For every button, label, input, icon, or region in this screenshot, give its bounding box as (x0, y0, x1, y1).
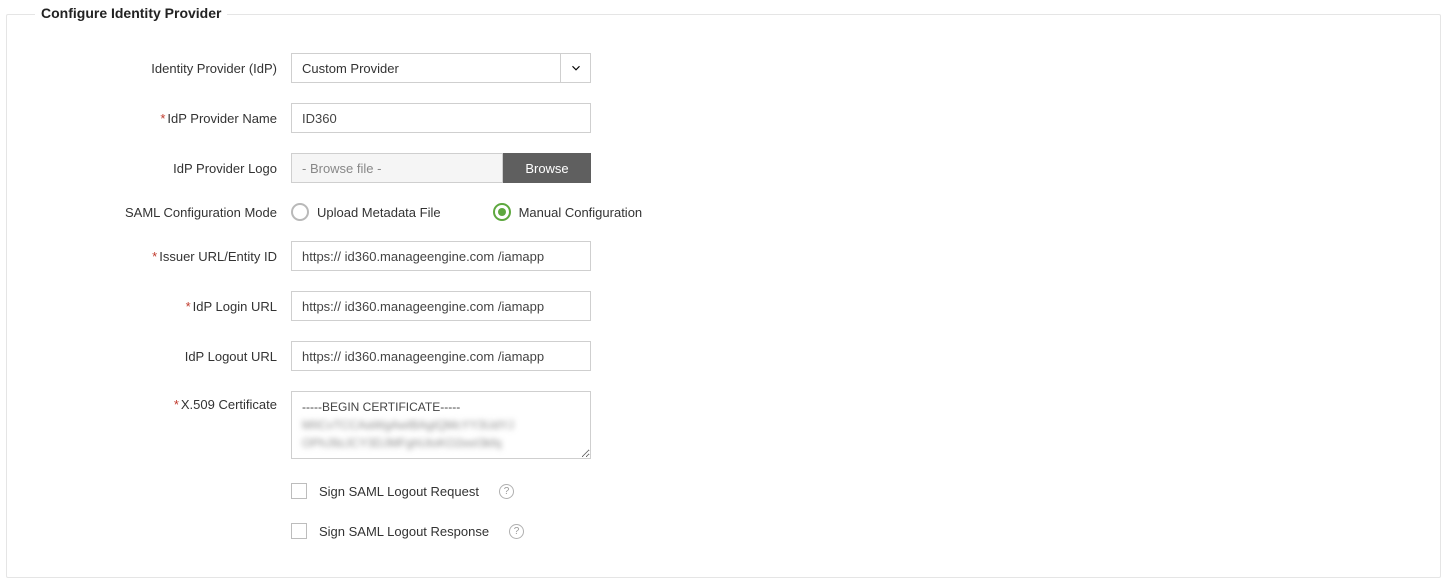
row-logout-url: IdP Logout URL (31, 341, 1416, 371)
help-icon[interactable]: ? (499, 484, 514, 499)
label-x509: *X.509 Certificate (31, 391, 291, 412)
radio-icon (493, 203, 511, 221)
row-sign-logout-request: Sign SAML Logout Request ? (291, 483, 1416, 499)
row-login-url: *IdP Login URL (31, 291, 1416, 321)
chevron-down-icon (569, 61, 583, 75)
row-idp: Identity Provider (IdP) Custom Provider (31, 53, 1416, 83)
issuer-url-input[interactable] (291, 241, 591, 271)
row-idp-logo: IdP Provider Logo - Browse file - Browse (31, 153, 1416, 183)
browse-button[interactable]: Browse (503, 153, 591, 183)
radio-icon (291, 203, 309, 221)
label-logout-url: IdP Logout URL (31, 349, 291, 364)
label-login-url: *IdP Login URL (31, 299, 291, 314)
radio-manual-configuration[interactable]: Manual Configuration (493, 203, 643, 221)
required-indicator: * (152, 249, 157, 264)
required-indicator: * (186, 299, 191, 314)
idp-select[interactable]: Custom Provider (291, 53, 591, 83)
required-indicator: * (160, 111, 165, 126)
file-browse-placeholder: - Browse file - (291, 153, 503, 183)
label-idp-name: *IdP Provider Name (31, 111, 291, 126)
section-title: Configure Identity Provider (35, 5, 227, 21)
radio-manual-label: Manual Configuration (519, 205, 643, 220)
idp-name-input[interactable] (291, 103, 591, 133)
label-sign-logout-response: Sign SAML Logout Response (319, 524, 489, 539)
cert-redacted-line: OPhJ9zJCY3DJMFghUtoKO2eeI3kfq (302, 434, 570, 452)
help-icon[interactable]: ? (509, 524, 524, 539)
row-saml-mode: SAML Configuration Mode Upload Metadata … (31, 203, 1416, 221)
label-idp-logo: IdP Provider Logo (31, 161, 291, 176)
idp-select-caret[interactable] (561, 53, 591, 83)
login-url-input[interactable] (291, 291, 591, 321)
label-issuer-url: *Issuer URL/Entity ID (31, 249, 291, 264)
row-x509: *X.509 Certificate -----BEGIN CERTIFICAT… (31, 391, 1416, 459)
label-sign-logout-request: Sign SAML Logout Request (319, 484, 479, 499)
x509-certificate-textarea[interactable]: -----BEGIN CERTIFICATE----- MIICvTCCAaWg… (291, 391, 591, 459)
cert-redacted-line: MIICvTCCAaWgAwIBAgIQMcYY3UdYJ (302, 416, 570, 434)
configure-idp-fieldset: Configure Identity Provider Identity Pro… (6, 14, 1441, 578)
logout-url-input[interactable] (291, 341, 591, 371)
label-idp: Identity Provider (IdP) (31, 61, 291, 76)
row-sign-logout-response: Sign SAML Logout Response ? (291, 523, 1416, 539)
radio-upload-label: Upload Metadata File (317, 205, 441, 220)
row-issuer-url: *Issuer URL/Entity ID (31, 241, 1416, 271)
checkbox-sign-logout-response[interactable] (291, 523, 307, 539)
label-saml-mode: SAML Configuration Mode (31, 205, 291, 220)
row-idp-name: *IdP Provider Name (31, 103, 1416, 133)
radio-upload-metadata[interactable]: Upload Metadata File (291, 203, 441, 221)
checkbox-sign-logout-request[interactable] (291, 483, 307, 499)
cert-begin-line: -----BEGIN CERTIFICATE----- (302, 398, 570, 416)
file-browse: - Browse file - Browse (291, 153, 591, 183)
required-indicator: * (174, 397, 179, 412)
idp-select-value[interactable]: Custom Provider (291, 53, 561, 83)
